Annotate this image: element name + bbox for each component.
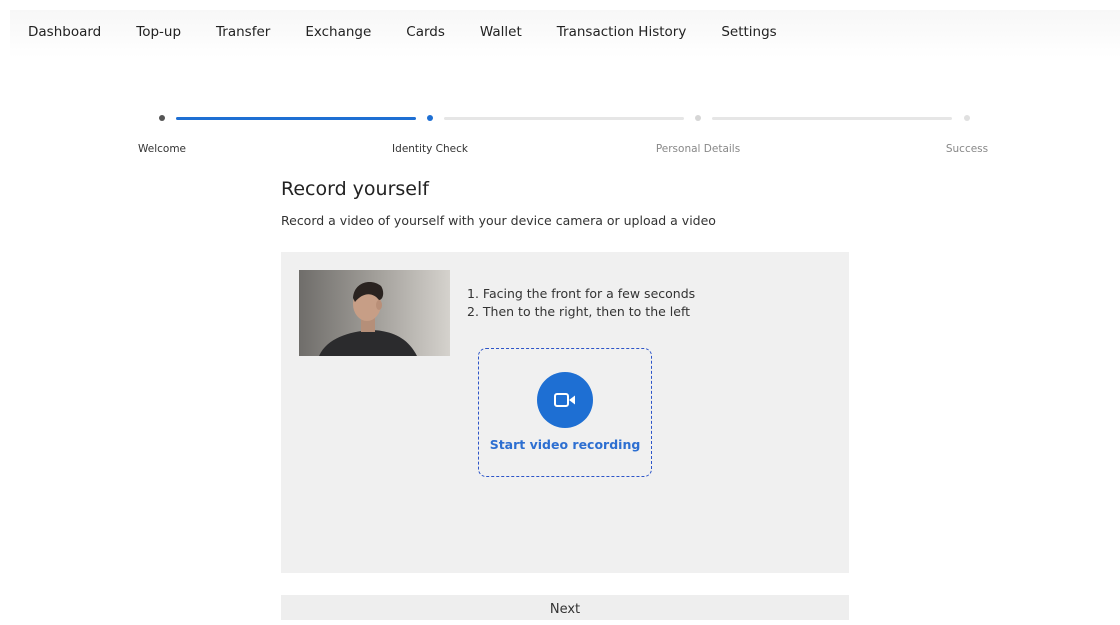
step-dot-personal-details [695, 115, 701, 121]
page-title: Record yourself [281, 178, 429, 200]
nav-wallet[interactable]: Wallet [480, 24, 522, 40]
start-video-recording-label[interactable]: Start video recording [479, 437, 651, 452]
recording-panel: 1. Facing the front for a few seconds 2.… [281, 252, 849, 573]
video-camera-icon [554, 393, 575, 407]
progress-stepper: Welcome Identity Check Personal Details … [0, 105, 1120, 165]
step-connector [444, 117, 684, 120]
nav-exchange[interactable]: Exchange [305, 24, 371, 40]
person-photo [299, 270, 450, 356]
start-video-recording-button[interactable]: Start video recording [478, 348, 652, 477]
step-label-welcome: Welcome [137, 143, 187, 155]
nav-cards[interactable]: Cards [406, 24, 445, 40]
step-dot-success [964, 115, 970, 121]
step-label-identity-check: Identity Check [392, 143, 468, 155]
nav-transaction-history[interactable]: Transaction History [557, 24, 687, 40]
instruction-line-1: 1. Facing the front for a few seconds [467, 286, 696, 301]
step-label-personal-details: Personal Details [655, 143, 741, 155]
recording-instructions: 1. Facing the front for a few seconds 2.… [467, 285, 695, 321]
step-connector [712, 117, 952, 120]
step-dot-welcome [159, 115, 165, 121]
nav-dashboard[interactable]: Dashboard [28, 24, 101, 40]
next-button[interactable]: Next [281, 595, 849, 620]
nav-transfer[interactable]: Transfer [216, 24, 270, 40]
record-button-circle[interactable] [537, 372, 593, 428]
top-navigation: Dashboard Top-up Transfer Exchange Cards… [10, 10, 1120, 58]
step-connector-completed [176, 117, 416, 120]
example-video-thumbnail [299, 270, 450, 356]
step-label-success: Success [945, 143, 989, 155]
nav-settings[interactable]: Settings [721, 24, 776, 40]
step-dot-identity-check [427, 115, 433, 121]
instruction-line-2: 2. Then to the right, then to the left [467, 304, 691, 319]
nav-top-up[interactable]: Top-up [136, 24, 181, 40]
page-subtitle: Record a video of yourself with your dev… [281, 213, 716, 228]
